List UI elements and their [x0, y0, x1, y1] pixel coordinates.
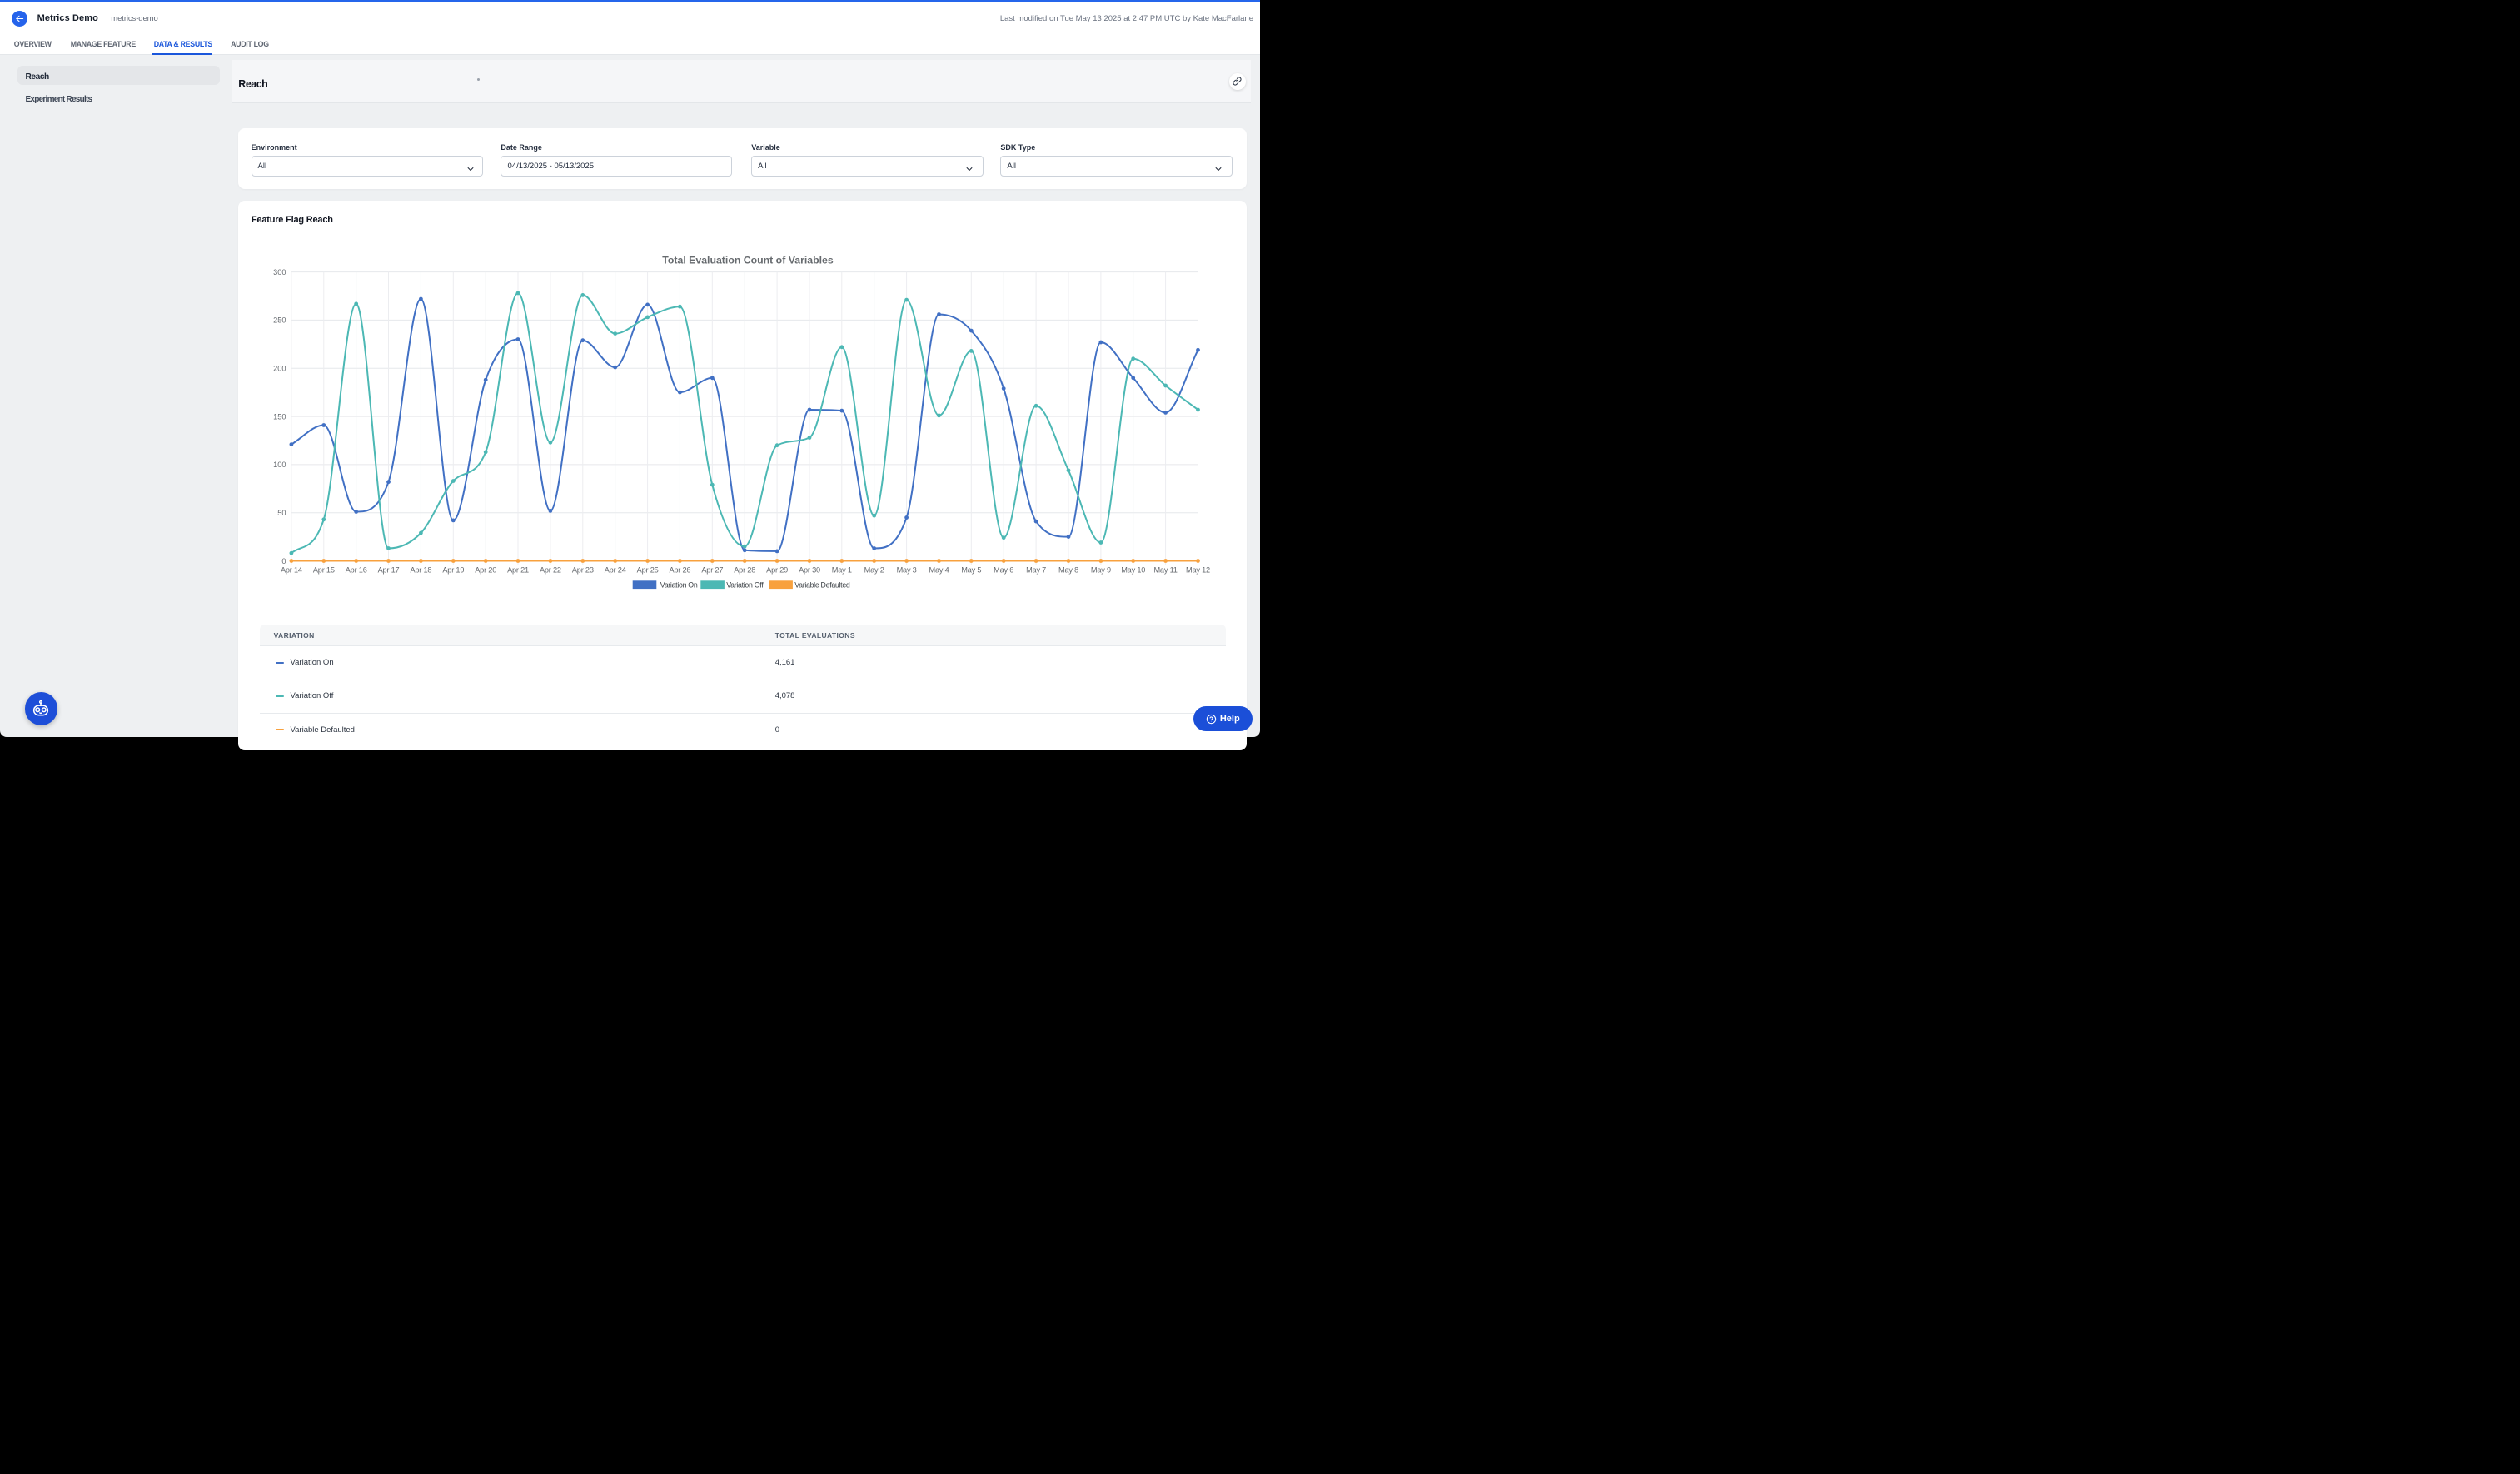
svg-text:100: 100 [273, 461, 286, 469]
svg-text:May 11: May 11 [1153, 566, 1177, 575]
svg-text:May 9: May 9 [1091, 566, 1111, 575]
svg-text:Apr 21: Apr 21 [507, 566, 529, 575]
svg-text:May 3: May 3 [897, 566, 917, 575]
svg-text:Apr 16: Apr 16 [346, 566, 367, 575]
svg-text:Apr 15: Apr 15 [313, 566, 335, 575]
svg-text:Apr 23: Apr 23 [572, 566, 594, 575]
svg-text:Variable Defaulted: Variable Defaulted [794, 580, 850, 589]
svg-text:Variation On: Variation On [660, 580, 698, 589]
svg-text:May 7: May 7 [1026, 566, 1046, 575]
svg-text:Apr 24: Apr 24 [605, 566, 626, 575]
svg-text:May 12: May 12 [1186, 566, 1210, 575]
svg-text:Apr 26: Apr 26 [669, 566, 690, 575]
svg-text:Apr 20: Apr 20 [475, 566, 496, 575]
svg-text:200: 200 [273, 365, 286, 373]
svg-text:Total Evaluation Count of Vari: Total Evaluation Count of Variables [662, 255, 834, 266]
svg-text:Apr 17: Apr 17 [378, 566, 400, 575]
svg-text:Apr 18: Apr 18 [410, 566, 431, 575]
svg-text:May 1: May 1 [832, 566, 852, 575]
svg-text:May 10: May 10 [1121, 566, 1145, 575]
svg-text:150: 150 [273, 412, 286, 421]
svg-text:May 6: May 6 [994, 566, 1013, 575]
svg-text:0: 0 [281, 557, 286, 565]
svg-text:300: 300 [273, 268, 286, 276]
svg-text:May 5: May 5 [961, 566, 981, 575]
svg-text:Apr 29: Apr 29 [766, 566, 788, 575]
svg-text:250: 250 [273, 316, 286, 325]
svg-text:Apr 30: Apr 30 [799, 566, 820, 575]
svg-text:Apr 22: Apr 22 [540, 566, 561, 575]
svg-text:50: 50 [277, 509, 286, 517]
svg-text:May 4: May 4 [929, 566, 949, 575]
svg-text:Apr 28: Apr 28 [734, 566, 755, 575]
svg-text:Apr 25: Apr 25 [637, 566, 659, 575]
svg-text:May 8: May 8 [1058, 566, 1078, 575]
svg-text:May 2: May 2 [864, 566, 884, 575]
svg-text:Apr 19: Apr 19 [442, 566, 464, 575]
svg-text:Apr 14: Apr 14 [281, 566, 302, 575]
svg-text:Apr 27: Apr 27 [701, 566, 723, 575]
svg-text:Variation Off: Variation Off [726, 580, 764, 589]
